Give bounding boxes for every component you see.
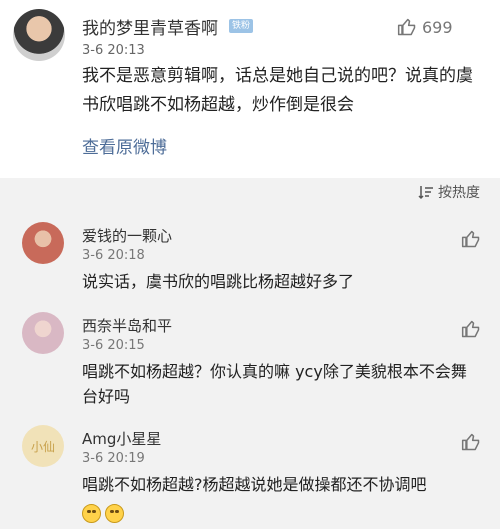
thumbs-up-icon[interactable] [461, 229, 481, 249]
main-post-text: 我不是恶意剪辑啊，话总是她自己说的吧？说真的虞书欣唱跳不如杨超越，炒作倒是很会 [82, 66, 473, 115]
main-post-time: 3-6 20:13 [82, 43, 145, 58]
thumbs-up-icon[interactable] [397, 17, 417, 37]
sort-label: 按热度 [438, 185, 480, 201]
reply-text: 说实话，虞书欣的唱跳比杨超越好多了 [82, 272, 355, 291]
grin-emoji-icon [82, 504, 101, 523]
reply-username[interactable]: Amg小星星 [82, 428, 161, 449]
avatar[interactable] [13, 9, 65, 61]
avatar[interactable] [22, 312, 64, 354]
reply-text: 唱跳不如杨超越？你认真的嘛 ycy除了美貌根本不会舞台好吗 [82, 362, 467, 406]
reply-time: 3-6 20:15 [82, 338, 145, 353]
main-username[interactable]: 我的梦里青草香啊 [82, 14, 218, 39]
avatar-text: 小仙 [30, 439, 55, 454]
sort-by-popularity-button[interactable]: 按热度 [418, 182, 480, 202]
thumbs-up-icon[interactable] [461, 319, 481, 339]
main-like-count: 699 [422, 18, 453, 37]
reply-item: 小仙 Amg小星星 3-6 20:19 唱跳不如杨超越?杨超越说她是做操都还不协… [22, 425, 500, 525]
reply-username[interactable]: 爱钱的一颗心 [82, 225, 172, 246]
reply-time: 3-6 20:18 [82, 248, 145, 263]
thumbs-up-icon[interactable] [461, 432, 481, 452]
view-original-link[interactable]: 查看原微博 [82, 133, 167, 158]
reply-text: 唱跳不如杨超越?杨超越说她是做操都还不协调吧 [82, 475, 427, 494]
emoji-row [82, 503, 128, 523]
grin-emoji-icon [105, 504, 124, 523]
avatar[interactable] [22, 222, 64, 264]
fan-badge: 铁粉 [229, 19, 254, 33]
avatar[interactable]: 小仙 [22, 425, 64, 467]
reply-item: 爱钱的一颗心 3-6 20:18 说实话，虞书欣的唱跳比杨超越好多了 [22, 222, 500, 302]
sort-icon [418, 186, 433, 200]
reply-username[interactable]: 西奈半岛和平 [82, 315, 172, 336]
reply-item: 西奈半岛和平 3-6 20:15 唱跳不如杨超越？你认真的嘛 ycy除了美貌根本… [22, 312, 500, 412]
reply-time: 3-6 20:19 [82, 451, 145, 466]
main-post: 我的梦里青草香啊 铁粉 3-6 20:13 699 我不是恶意剪辑啊，话总是她自… [0, 0, 500, 178]
